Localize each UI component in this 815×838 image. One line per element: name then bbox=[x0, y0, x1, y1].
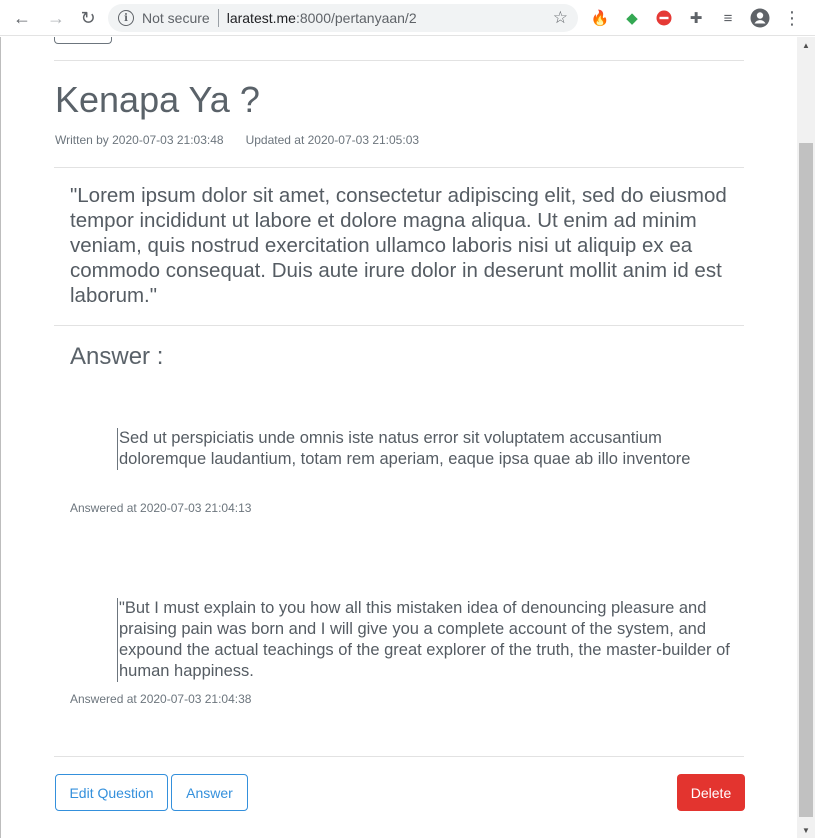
edit-question-button[interactable]: Edit Question bbox=[55, 774, 168, 811]
url-path: :8000/pertanyaan/2 bbox=[295, 10, 417, 26]
browser-toolbar: ← → ↻ i Not secure laratest.me:8000/pert… bbox=[0, 0, 815, 36]
vertical-scrollbar[interactable]: ▲ ▼ bbox=[797, 37, 815, 838]
menu-kebab-icon[interactable]: ⋮ bbox=[782, 8, 802, 28]
media-queue-icon[interactable]: ≡ bbox=[718, 8, 738, 28]
forward-arrow-icon[interactable]: → bbox=[44, 6, 68, 30]
extension-flame-icon[interactable]: 🔥 bbox=[590, 8, 610, 28]
divider bbox=[54, 167, 744, 168]
info-icon[interactable]: i bbox=[118, 10, 134, 26]
question-title: Kenapa Ya ? bbox=[55, 79, 260, 120]
answer-text: "But I must explain to you how all this … bbox=[117, 598, 737, 682]
address-separator bbox=[217, 9, 219, 27]
answer-heading: Answer : bbox=[70, 343, 164, 370]
divider bbox=[54, 60, 744, 61]
url-host: laratest.me bbox=[226, 10, 296, 26]
extension-cube-icon[interactable]: ◆ bbox=[622, 8, 642, 28]
divider bbox=[54, 756, 744, 757]
scrollbar-thumb[interactable] bbox=[799, 143, 813, 817]
question-body: "Lorem ipsum dolor sit amet, consectetur… bbox=[70, 184, 727, 307]
scroll-down-arrow-icon[interactable]: ▼ bbox=[797, 822, 815, 838]
bookmark-star-icon[interactable]: ☆ bbox=[553, 8, 568, 28]
profile-avatar-icon[interactable] bbox=[750, 8, 770, 28]
question-meta: Written by 2020-07-03 21:03:48 Updated at… bbox=[55, 133, 419, 147]
answer-button[interactable]: Answer bbox=[171, 774, 248, 811]
scroll-up-arrow-icon[interactable]: ▲ bbox=[797, 37, 815, 53]
answer-text: Sed ut perspiciatis unde omnis iste natu… bbox=[117, 428, 737, 470]
answer-timestamp: Answered at 2020-07-03 21:04:38 bbox=[70, 692, 252, 706]
delete-button[interactable]: Delete bbox=[677, 774, 745, 811]
security-label: Not secure bbox=[142, 10, 210, 26]
page-viewport: Kenapa Ya ? Written by 2020-07-03 21:03:… bbox=[0, 37, 797, 838]
extension-block-icon[interactable] bbox=[654, 8, 674, 28]
reload-icon[interactable]: ↻ bbox=[76, 6, 100, 30]
address-bar[interactable]: i Not secure laratest.me:8000/pertanyaan… bbox=[108, 4, 578, 32]
back-button-partial[interactable] bbox=[54, 37, 112, 44]
divider bbox=[54, 325, 744, 326]
answer-timestamp: Answered at 2020-07-03 21:04:13 bbox=[70, 501, 252, 515]
updated-at-text: Updated at 2020-07-03 21:05:03 bbox=[245, 133, 420, 147]
written-by-text: Written by 2020-07-03 21:03:48 bbox=[55, 133, 224, 147]
back-arrow-icon[interactable]: ← bbox=[10, 6, 34, 30]
extensions-puzzle-icon[interactable]: ✚ bbox=[686, 8, 706, 28]
